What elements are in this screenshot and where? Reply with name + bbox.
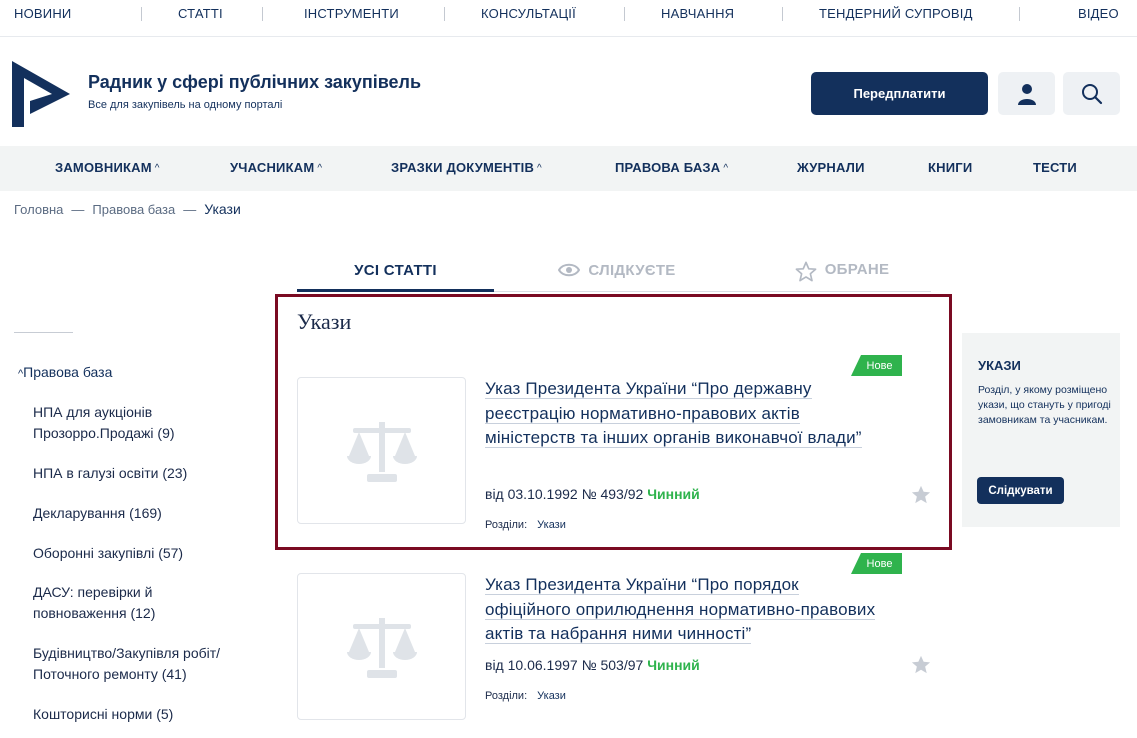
divider <box>444 7 445 21</box>
menu-customers[interactable]: ЗАМОВНИКАМ ^ <box>55 160 160 175</box>
site-title[interactable]: Радник у сфері публічних закупівель <box>88 72 421 93</box>
divider <box>782 7 783 21</box>
sidebar-head-label: Правова база <box>23 364 113 380</box>
status-badge: Чинний <box>647 486 700 502</box>
sidebar-item-prozorro-sales[interactable]: НПА для аукціонів Прозорро.Продажі (9) <box>33 402 233 444</box>
main-menu: ЗАМОВНИКАМ ^ УЧАСНИКАМ ^ ЗРАЗКИ ДОКУМЕНТІВ… <box>0 146 1137 191</box>
tab-following[interactable]: СЛІДКУЄТЕ <box>517 255 717 291</box>
sidebar-item-dasu[interactable]: ДАСУ: перевірки й повноваження (12) <box>33 582 213 624</box>
subscribe-button[interactable]: Передплатити <box>811 72 988 115</box>
star-icon[interactable] <box>911 655 931 674</box>
top-nav-consultations[interactable]: КОНСУЛЬТАЦІЇ <box>481 6 576 21</box>
chevron-up-icon: ^ <box>317 163 323 174</box>
breadcrumb-legal-base[interactable]: Правова база <box>92 202 175 217</box>
top-nav-education[interactable]: НАВЧАННЯ <box>661 6 734 21</box>
menu-books[interactable]: КНИГИ <box>928 160 972 175</box>
chevron-up-icon: ^ <box>537 163 542 174</box>
menu-label: ЖУРНАЛИ <box>797 160 865 175</box>
tab-favorites[interactable]: ОБРАНЕ <box>767 255 917 291</box>
breadcrumb: Головна — Правова база — Укази <box>14 201 241 217</box>
top-nav-video[interactable]: ВІДЕО <box>1078 6 1119 21</box>
user-icon <box>1017 83 1036 105</box>
menu-journals[interactable]: ЖУРНАЛИ <box>797 160 865 175</box>
section-link[interactable]: Укази <box>537 519 566 531</box>
follow-button[interactable]: Слідкувати <box>977 477 1064 504</box>
article-tabs: УСІ СТАТТІ СЛІДКУЄТЕ ОБРАНЕ <box>297 255 931 292</box>
article-date-number: від 03.10.1992 № 493/92 <box>485 486 644 502</box>
menu-label: ПРАВОВА БАЗА <box>615 160 721 175</box>
chevron-up-icon: ^ <box>723 163 729 174</box>
sidebar-item-education[interactable]: НПА в галузі освіти (23) <box>33 463 273 484</box>
sidebar-item-declaration[interactable]: Декларування (169) <box>33 503 273 524</box>
tab-label: СЛІДКУЄТЕ <box>588 262 676 279</box>
menu-tests[interactable]: ТЕСТИ <box>1033 160 1077 175</box>
chevron-up-icon: ^ <box>154 163 160 174</box>
scales-icon <box>346 421 417 482</box>
tab-label: УСІ СТАТТІ <box>354 262 437 279</box>
article-title-text: Указ Президента України “Про порядок офі… <box>485 575 876 644</box>
star-icon[interactable] <box>911 485 931 504</box>
article-title-text: Указ Президента України “Про державну ре… <box>485 379 862 448</box>
divider <box>624 7 625 21</box>
menu-document-samples[interactable]: ЗРАЗКИ ДОКУМЕНТІВ ^ <box>391 160 542 175</box>
top-nav-articles[interactable]: СТАТТІ <box>178 6 223 21</box>
site-subtitle: Все для закупівель на одному порталі <box>88 99 283 111</box>
menu-label: КНИГИ <box>928 160 973 175</box>
top-nav-tender-support[interactable]: ТЕНДЕРНИЙ СУПРОВІД <box>819 6 973 21</box>
menu-label: ЗРАЗКИ ДОКУМЕНТІВ <box>391 160 535 175</box>
menu-participants[interactable]: УЧАСНИКАМ ^ <box>230 160 322 175</box>
sidebar-item-estimate-norms[interactable]: Кошторисні норми (5) <box>33 704 273 725</box>
breadcrumb-home[interactable]: Головна <box>14 202 63 217</box>
panel-description: Розділ, у якому розміщено укази, що стан… <box>978 384 1111 426</box>
sections-label: Розділи: <box>485 519 528 531</box>
article-thumbnail[interactable] <box>297 573 466 720</box>
top-nav-tools[interactable]: ІНСТРУМЕНТИ <box>304 6 399 21</box>
menu-label: ТЕСТИ <box>1033 160 1077 175</box>
search-button[interactable] <box>1063 72 1120 115</box>
breadcrumb-separator: — <box>71 202 85 217</box>
breadcrumb-separator: — <box>183 202 197 217</box>
top-nav-news[interactable]: НОВИНИ <box>14 6 71 21</box>
section-link[interactable]: Укази <box>537 690 566 702</box>
menu-label: УЧАСНИКАМ <box>230 160 315 175</box>
article-date-number: від 10.06.1997 № 503/97 <box>485 657 644 673</box>
scales-icon <box>346 617 417 678</box>
top-nav: НОВИНИ СТАТТІ ІНСТРУМЕНТИ КОНСУЛЬТАЦІЇ Н… <box>0 0 1137 37</box>
article-sections: Розділи: Укази <box>485 519 566 531</box>
article-meta: від 10.06.1997 № 503/97 Чинний <box>485 657 700 673</box>
divider <box>262 7 263 21</box>
article-meta: від 03.10.1992 № 493/92 Чинний <box>485 486 700 502</box>
sidebar-item-construction[interactable]: Будівництво/Закупівля робіт/ Поточного р… <box>33 643 273 685</box>
article-title[interactable]: Указ Президента України “Про державну ре… <box>485 377 885 451</box>
sidebar-head-legal-base[interactable]: ^Правова база <box>18 364 112 380</box>
sidebar-item-defense[interactable]: Оборонні закупівлі (57) <box>33 543 273 564</box>
menu-label: ЗАМОВНИКАМ <box>55 160 152 175</box>
new-badge: Нове <box>851 553 902 574</box>
tab-all-articles[interactable]: УСІ СТАТТІ <box>297 255 494 292</box>
article-sections: Розділи: Укази <box>485 690 566 702</box>
search-icon <box>1081 83 1102 104</box>
divider <box>141 7 142 21</box>
site-logo[interactable] <box>12 61 70 127</box>
user-button[interactable] <box>998 72 1055 115</box>
article-title[interactable]: Указ Президента України “Про порядок офі… <box>485 573 885 647</box>
status-badge: Чинний <box>647 657 700 673</box>
panel-title: УКАЗИ <box>978 358 1021 373</box>
star-outline-icon <box>795 261 817 282</box>
section-info-panel: УКАЗИ Розділ, у якому розміщено укази, щ… <box>962 333 1120 527</box>
breadcrumb-current: Укази <box>204 201 241 217</box>
article-thumbnail[interactable] <box>297 377 466 524</box>
menu-legal-base[interactable]: ПРАВОВА БАЗА ^ <box>615 160 728 175</box>
divider <box>1019 7 1020 21</box>
tab-label: ОБРАНЕ <box>824 261 890 278</box>
eye-icon <box>558 263 581 277</box>
sections-label: Розділи: <box>485 690 528 702</box>
sidebar-divider <box>14 332 73 333</box>
section-title: Укази <box>297 309 352 334</box>
